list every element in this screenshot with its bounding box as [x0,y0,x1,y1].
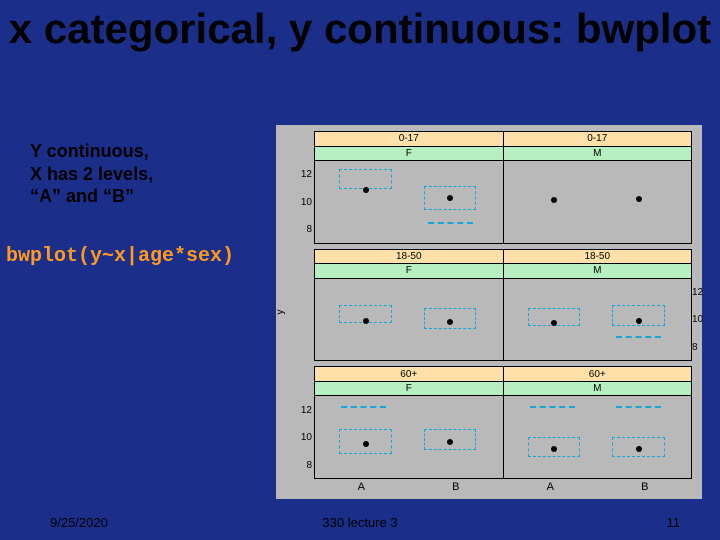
x-ticks-bottom: A B A B [314,481,692,495]
code-snippet: bwplot(y~x|age*sex) [6,245,234,268]
strip-age: 0-17 [504,132,692,147]
y-axis-label: y [275,310,286,315]
panel-strip: 0-17 M [504,131,693,161]
desc-line-1: Y continuous, [30,140,260,163]
strip-sex: F [315,382,503,396]
boxplot-median [447,439,453,445]
y-ticks-right: 12 10 8 [692,279,706,362]
boxplot-median [636,318,642,324]
strip-age: 60+ [315,367,503,382]
strip-age: 18-50 [504,250,692,265]
slide-footer: 9/25/2020 330 lecture 3 11 [0,515,720,530]
footer-date: 9/25/2020 [50,515,108,530]
boxplot-whisker [530,406,575,408]
strip-age: 0-17 [315,132,503,147]
strip-sex: M [504,382,692,396]
panel-strip: 18-50 M [504,249,693,279]
boxplot-median [551,197,557,203]
strip-age: 60+ [504,367,692,382]
panel-strip: 60+ F [314,366,504,396]
panel-strip: 60+ M [504,366,693,396]
panel-strip: 18-50 F [314,249,504,279]
plot-row: 60+ F 60+ M 12 10 8 [314,366,692,479]
boxplot-median [551,320,557,326]
boxplot-whisker [616,406,661,408]
desc-line-2: X has 2 levels, [30,163,260,186]
plot-panel [314,396,504,479]
boxplot-whisker [341,406,386,408]
y-ticks-left: 12 10 8 [294,161,312,244]
footer-page: 11 [667,515,681,530]
slide-title: x categorical, y continuous: bwplot [0,0,720,52]
plot-panel [314,279,504,362]
boxplot-median [363,318,369,324]
boxplot-median [363,187,369,193]
strip-sex: M [504,147,692,161]
plot-row: 18-50 F 18-50 M 12 10 8 [314,249,692,362]
boxplot-median [551,446,557,452]
strip-age: 18-50 [315,250,503,265]
strip-sex: F [315,264,503,278]
plot-panel [504,279,693,362]
plot-panel [314,161,504,244]
plot-panel [504,396,693,479]
boxplot-median [363,441,369,447]
panel-strip: 0-17 F [314,131,504,161]
desc-line-3: “A” and “B” [30,185,260,208]
footer-center: 330 lecture 3 [0,515,720,530]
boxplot-median [636,196,642,202]
boxplot-median [447,319,453,325]
plot-rows: 0-17 F 0-17 M 12 10 8 [314,131,692,479]
plot-panel [504,161,693,244]
strip-sex: F [315,147,503,161]
boxplot-whisker [616,336,661,338]
boxplot-median [636,446,642,452]
description-block: Y continuous, X has 2 levels, “A” and “B… [30,140,260,208]
boxplot-median [447,195,453,201]
y-ticks-left: 12 10 8 [294,396,312,479]
strip-sex: M [504,264,692,278]
boxplot-whisker [428,222,473,224]
trellis-plot: y 0-17 F 0-17 M 12 10 8 [276,125,702,499]
plot-row: 0-17 F 0-17 M 12 10 8 [314,131,692,244]
